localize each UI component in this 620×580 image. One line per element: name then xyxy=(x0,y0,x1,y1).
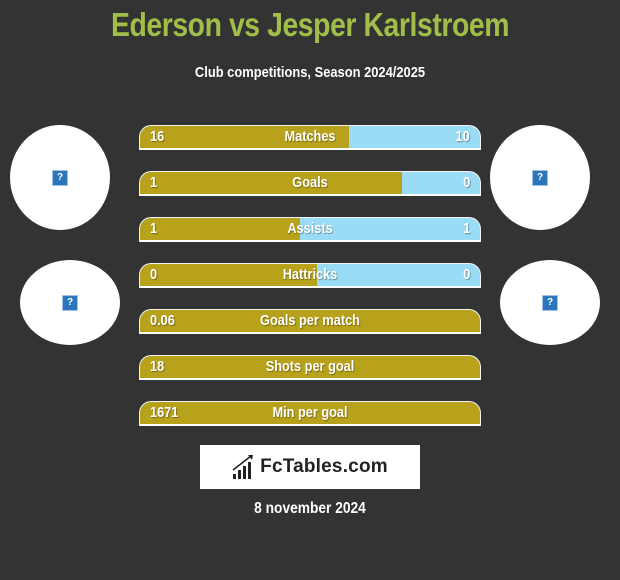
left-player-photo: ? xyxy=(10,125,110,230)
left-value: 1 xyxy=(150,220,158,237)
stat-row-goals: 1 Goals 0 xyxy=(139,171,481,196)
stat-label: Assists xyxy=(287,220,333,237)
stat-row-assists: 1 Assists 1 xyxy=(139,217,481,242)
stat-row-shots-per-goal: 18 Shots per goal xyxy=(139,355,481,380)
page-subtitle: Club competitions, Season 2024/2025 xyxy=(194,64,426,81)
bar-chart-icon xyxy=(232,455,254,479)
left-club-logo: ? xyxy=(20,260,120,345)
missing-image-icon: ? xyxy=(52,169,68,186)
fctables-logo[interactable]: FcTables.com xyxy=(200,445,420,489)
stat-row-hattricks: 0 Hattricks 0 xyxy=(139,263,481,288)
right-player-photo: ? xyxy=(490,125,590,230)
stat-label: Matches xyxy=(284,128,336,145)
right-value: 0 xyxy=(462,174,470,191)
right-club-logo: ? xyxy=(500,260,600,345)
left-value: 1 xyxy=(150,174,158,191)
missing-image-icon: ? xyxy=(62,294,78,311)
stat-label: Goals per match xyxy=(260,312,360,329)
right-value: 1 xyxy=(462,220,470,237)
left-value: 0 xyxy=(150,266,158,283)
stat-label: Shots per goal xyxy=(265,358,355,375)
missing-image-icon: ? xyxy=(532,169,548,186)
left-value: 16 xyxy=(150,128,165,145)
right-value: 10 xyxy=(455,128,470,145)
page-title: Ederson vs Jesper Karlstroem xyxy=(110,6,510,43)
date-label: 8 november 2024 xyxy=(254,500,366,517)
stat-label: Hattricks xyxy=(282,266,338,283)
left-value: 18 xyxy=(150,358,165,375)
stat-label: Min per goal xyxy=(272,404,348,421)
stat-row-goals-per-match: 0.06 Goals per match xyxy=(139,309,481,334)
stat-row-matches: 16 Matches 10 xyxy=(139,125,481,150)
right-value: 0 xyxy=(462,266,470,283)
logo-text: FcTables.com xyxy=(260,456,388,477)
missing-image-icon: ? xyxy=(542,294,558,311)
stat-row-min-per-goal: 1671 Min per goal xyxy=(139,401,481,426)
stat-label: Goals xyxy=(292,174,328,191)
